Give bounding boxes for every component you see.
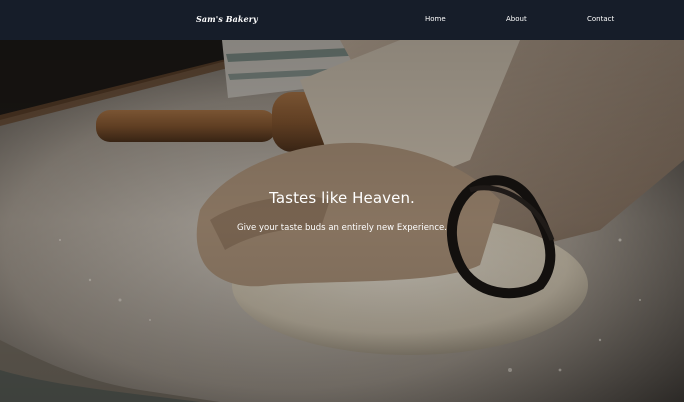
hero-section: Tastes like Heaven. Give your taste buds…	[0, 40, 684, 402]
nav-link-about[interactable]: About	[506, 15, 527, 23]
nav-link-home[interactable]: Home	[425, 15, 446, 23]
nav-link-contact[interactable]: Contact	[587, 15, 614, 23]
top-navbar: Sam's Bakery Home About Contact	[0, 0, 684, 40]
hero-subtitle: Give your taste buds an entirely new Exp…	[237, 223, 447, 233]
hero-title: Tastes like Heaven.	[269, 189, 415, 207]
hero-background-image	[0, 40, 684, 402]
brand-logo[interactable]: Sam's Bakery	[196, 14, 258, 24]
